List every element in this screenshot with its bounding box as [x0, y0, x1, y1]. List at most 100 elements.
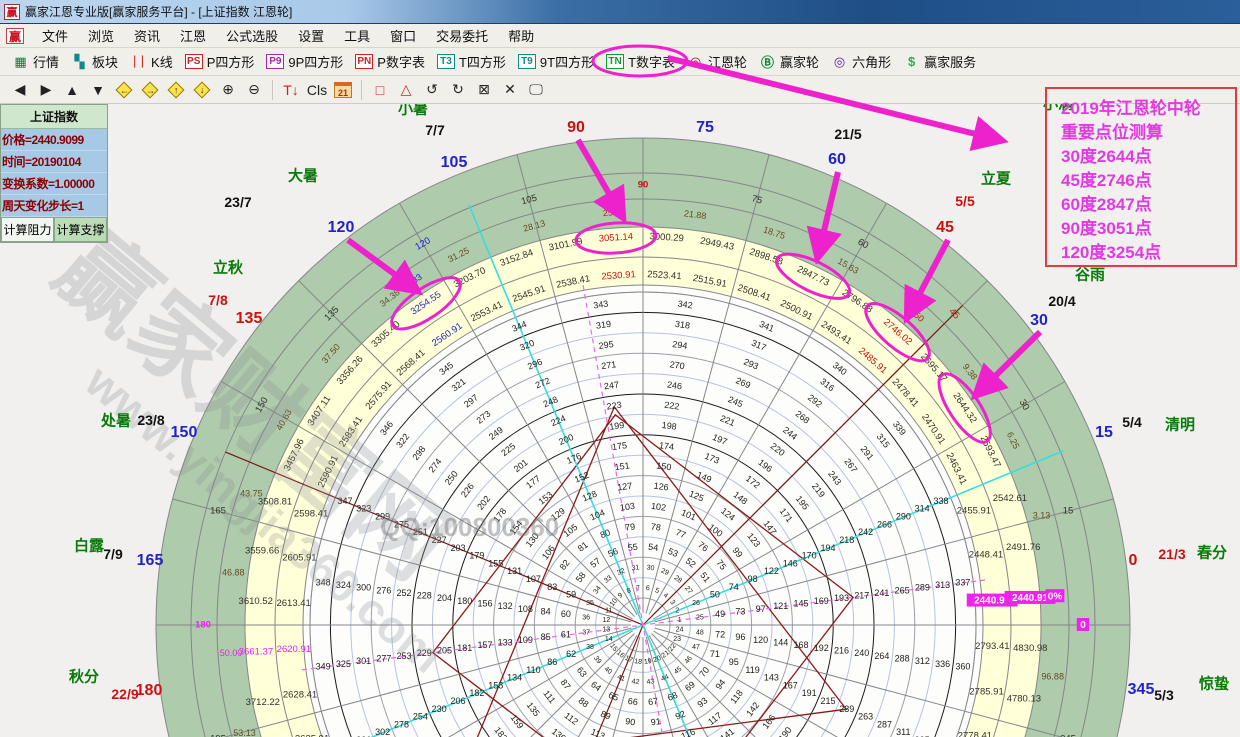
down-arrow-icon[interactable]: ▼	[86, 79, 110, 101]
date-label: 20/4	[1048, 293, 1075, 309]
spiral-number: 342	[677, 299, 693, 311]
badge-icon: PS	[185, 54, 203, 69]
spiral-number: 23	[673, 636, 681, 643]
inner-price-label: 2793.41	[975, 641, 1009, 652]
diamond-down-icon[interactable]: ↓	[190, 79, 214, 101]
menu-item-3[interactable]: 江恩	[170, 24, 216, 47]
triangle-tool-icon[interactable]: △	[394, 79, 418, 101]
spiral-number: 55	[627, 542, 638, 553]
spiral-number: 302	[375, 727, 390, 737]
spiral-number: 120	[753, 635, 768, 645]
spiral-number: 325	[336, 659, 351, 669]
vline-icon[interactable]: T↓	[279, 79, 303, 101]
spiral-number: 252	[397, 588, 412, 598]
date-label: 7/7	[425, 122, 444, 138]
inner-price-label: 2605.91	[282, 553, 316, 564]
spiral-number: 38	[586, 644, 594, 651]
spiral-number: 181	[457, 643, 472, 653]
up-arrow-icon[interactable]: ▲	[60, 79, 84, 101]
spiral-number: 338	[934, 496, 949, 506]
screen-icon[interactable]: 🖵	[524, 79, 548, 101]
toolbar-button-9T四方形[interactable]: T99T四方形	[512, 50, 600, 73]
annotation-line-5: 90度3051点	[1061, 217, 1235, 241]
menu-item-1[interactable]: 浏览	[78, 24, 124, 47]
zoom-in-icon[interactable]: ⊕	[216, 79, 240, 101]
toolbar-button-板块[interactable]: ▚板块	[65, 50, 124, 73]
spiral-number: 324	[336, 580, 351, 590]
spiral-number: 132	[498, 601, 513, 611]
degree-label: 195	[210, 733, 226, 737]
spiral-number: 311	[896, 727, 910, 737]
annotation-line-0: 2019年江恩轮中轮	[1061, 97, 1235, 121]
menu-item-8[interactable]: 交易委托	[426, 24, 498, 47]
menu-item-6[interactable]: 工具	[334, 24, 380, 47]
inner-price-label: 2613.41	[276, 598, 310, 609]
quote-field-1: 时间=20190104	[1, 151, 107, 173]
spiral-number: 314	[915, 504, 930, 514]
blocks-icon: ▚	[71, 54, 88, 70]
spiral-number: 169	[814, 596, 829, 606]
spiral-number: 146	[783, 558, 798, 568]
toolbar-button-行情[interactable]: ▦行情	[6, 50, 65, 73]
spiral-number: 194	[820, 543, 835, 553]
prev-icon[interactable]: ◀	[8, 79, 32, 101]
toolbar-button-T四方形[interactable]: T3T四方形	[431, 50, 512, 73]
diamond-left-icon[interactable]: ←	[112, 79, 136, 101]
menu-item-9[interactable]: 帮助	[498, 24, 544, 47]
inner-price-label: 2635.91	[295, 733, 329, 737]
menu-item-0[interactable]: 文件	[32, 24, 78, 47]
spiral-number: 168	[794, 640, 809, 650]
diamond-left-icon: ←	[116, 81, 133, 98]
spiral-number: 247	[603, 380, 619, 392]
square-tool-icon[interactable]: □	[368, 79, 392, 101]
inner-price-label: 2785.91	[969, 686, 1003, 697]
toolbar-button-P数字表[interactable]: PNP数字表	[349, 50, 431, 73]
spiral-number: 79	[624, 521, 635, 532]
spiral-number: 222	[664, 400, 680, 412]
spiral-number: 102	[650, 501, 666, 513]
box-x-icon[interactable]: ⊠	[472, 79, 496, 101]
outer-degree-label: 15	[1095, 424, 1113, 442]
spiral-number: 61	[561, 630, 571, 640]
calc-resistance-button[interactable]: 计算阻力	[1, 217, 54, 242]
season-label-立秋: 立秋	[213, 257, 243, 278]
spiral-number: 167	[783, 680, 798, 690]
calc-support-button[interactable]: 计算支撑	[54, 217, 107, 242]
spiral-number: 264	[874, 651, 889, 661]
zoom-out-icon[interactable]: ⊖	[242, 79, 266, 101]
menu-item-2[interactable]: 资讯	[124, 24, 170, 47]
date-label: 5/3	[1154, 687, 1173, 703]
percent-zero: 0%	[1048, 591, 1063, 602]
outer-price-label: 3508.81	[258, 496, 292, 507]
cls-button[interactable]: Cls	[305, 79, 329, 101]
diamond-right-icon[interactable]: →	[138, 79, 162, 101]
arrow-glyph: ←	[120, 85, 129, 95]
toolbar-button-9P四方形[interactable]: P99P四方形	[260, 50, 349, 73]
spiral-number: 11	[605, 608, 612, 615]
toolbar-button-T数字表[interactable]: TNT数字表	[600, 50, 681, 73]
rotate-ccw-icon[interactable]: ↺	[420, 79, 444, 101]
spiral-number: 348	[316, 577, 331, 587]
toolbar-separator	[361, 80, 362, 100]
toolbar-button-六角形[interactable]: ◎六角形	[825, 50, 897, 73]
toolbar-button-赢家服务[interactable]: $赢家服务	[897, 50, 982, 73]
menu-item-4[interactable]: 公式选股	[216, 24, 288, 47]
diamond-right-icon: →	[142, 81, 159, 98]
cross-arrows-icon[interactable]: ✕	[498, 79, 522, 101]
date-label: 7/8	[208, 292, 227, 308]
menu-item-7[interactable]: 窗口	[380, 24, 426, 47]
outer-price-label: 3661.37	[239, 647, 273, 658]
toolbar-button-P四方形[interactable]: PSP四方形	[179, 50, 261, 73]
toolbar-button-江恩轮[interactable]: ◎江恩轮	[681, 50, 753, 73]
annotation-box: 2019年江恩轮中轮重要点位测算30度2644点45度2746点60度2847点…	[1045, 87, 1237, 267]
outer-degree-label: 105	[441, 154, 468, 172]
spiral-number: 290	[896, 512, 911, 522]
diamond-up-icon[interactable]: ↑	[164, 79, 188, 101]
menu-item-5[interactable]: 设置	[288, 24, 334, 47]
calendar-icon[interactable]: 21	[331, 79, 355, 101]
percent-label: 3.13	[1033, 511, 1051, 521]
rotate-cw-icon[interactable]: ↻	[446, 79, 470, 101]
toolbar-button-赢家轮[interactable]: Ⓑ赢家轮	[753, 50, 825, 73]
toolbar-button-K线[interactable]: ᛁᛁK线	[124, 50, 179, 73]
next-icon[interactable]: ▶	[34, 79, 58, 101]
